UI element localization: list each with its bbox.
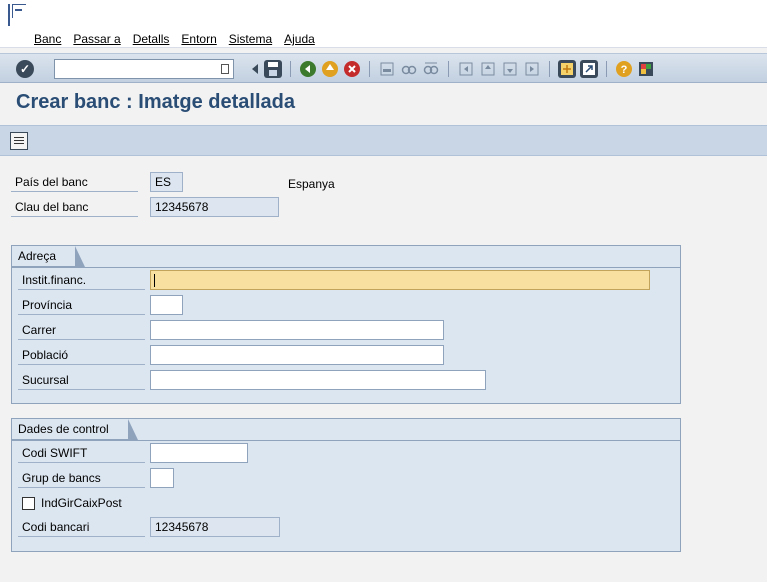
enter-icon[interactable]: ✓: [16, 60, 34, 78]
print-icon[interactable]: [378, 60, 396, 78]
cancel-icon[interactable]: [343, 60, 361, 78]
bank-code-label: Codi bancari: [18, 517, 145, 537]
branch-label: Sucursal: [18, 370, 145, 390]
find-icon[interactable]: [400, 60, 418, 78]
toolbar-separator: [448, 61, 449, 77]
find-next-icon[interactable]: [422, 60, 440, 78]
menu-item-entorn[interactable]: Entorn: [181, 32, 216, 46]
bank-key-field[interactable]: 12345678: [150, 197, 279, 217]
menu-item-banc[interactable]: Banc: [34, 32, 61, 46]
new-session-icon[interactable]: [558, 60, 576, 78]
toolbar-icons: ?: [250, 60, 655, 78]
shortcut-icon[interactable]: [580, 60, 598, 78]
city-label: Població: [18, 345, 145, 365]
menu-options-icon[interactable]: [12, 4, 26, 18]
branch-input[interactable]: [150, 370, 486, 390]
page-title: Crear banc : Imatge detallada: [16, 91, 295, 113]
swift-input[interactable]: [150, 443, 248, 463]
control-data-group: Dades de control Codi SWIFT Grup de banc…: [11, 418, 681, 552]
first-page-icon[interactable]: [457, 60, 475, 78]
help-icon[interactable]: ?: [615, 60, 633, 78]
province-input[interactable]: [150, 295, 183, 315]
city-input[interactable]: [150, 345, 444, 365]
save-icon[interactable]: [264, 60, 282, 78]
menu-item-passar-a[interactable]: Passar a: [73, 32, 120, 46]
country-label: País del banc: [11, 172, 138, 192]
back-nav-icon[interactable]: [299, 60, 317, 78]
bank-code-field[interactable]: 12345678: [150, 517, 280, 537]
address-group-title: Adreça: [11, 245, 86, 267]
bank-key-label: Clau del banc: [11, 197, 138, 217]
address-group: Adreça Instit.financ. Província Carrer P…: [11, 245, 681, 404]
menu-stripe: [8, 4, 10, 26]
bank-group-label: Grup de bancs: [18, 468, 145, 488]
layout-icon[interactable]: [637, 60, 655, 78]
next-page-icon[interactable]: [501, 60, 519, 78]
bank-group-input[interactable]: [150, 468, 174, 488]
standard-toolbar: ✓ ?: [0, 53, 767, 83]
svg-text:?: ?: [621, 64, 628, 76]
application-toolbar: [0, 125, 767, 156]
command-history-icon[interactable]: [221, 64, 229, 74]
last-page-icon[interactable]: [523, 60, 541, 78]
menu-item-sistema[interactable]: Sistema: [229, 32, 272, 46]
toolbar-separator: [369, 61, 370, 77]
exit-icon[interactable]: [321, 60, 339, 78]
toolbar-separator: [290, 61, 291, 77]
country-field[interactable]: ES: [150, 172, 183, 192]
street-label: Carrer: [18, 320, 145, 340]
institution-label: Instit.financ.: [18, 270, 145, 290]
country-name: Espanya: [288, 177, 335, 191]
control-data-group-divider: [12, 440, 680, 441]
detail-view-button[interactable]: [10, 132, 28, 150]
menu-bar: Banc Passar a Detalls Entorn Sistema Aju…: [0, 0, 767, 48]
toolbar-separator: [606, 61, 607, 77]
command-field[interactable]: [54, 59, 234, 79]
control-data-group-title: Dades de control: [11, 418, 138, 440]
street-input[interactable]: [150, 320, 444, 340]
prev-page-icon[interactable]: [479, 60, 497, 78]
swift-label: Codi SWIFT: [18, 443, 145, 463]
postbank-label: IndGirCaixPost: [41, 496, 122, 510]
province-label: Província: [18, 295, 145, 315]
menu-items: Banc Passar a Detalls Entorn Sistema Aju…: [34, 32, 315, 46]
postbank-checkbox[interactable]: [22, 497, 35, 510]
institution-input[interactable]: [150, 270, 650, 290]
toolbar-separator: [549, 61, 550, 77]
back-icon[interactable]: [250, 60, 260, 78]
menu-item-ajuda[interactable]: Ajuda: [284, 32, 315, 46]
address-group-divider: [12, 267, 680, 268]
menu-item-detalls[interactable]: Detalls: [133, 32, 170, 46]
text-cursor: [154, 274, 155, 287]
